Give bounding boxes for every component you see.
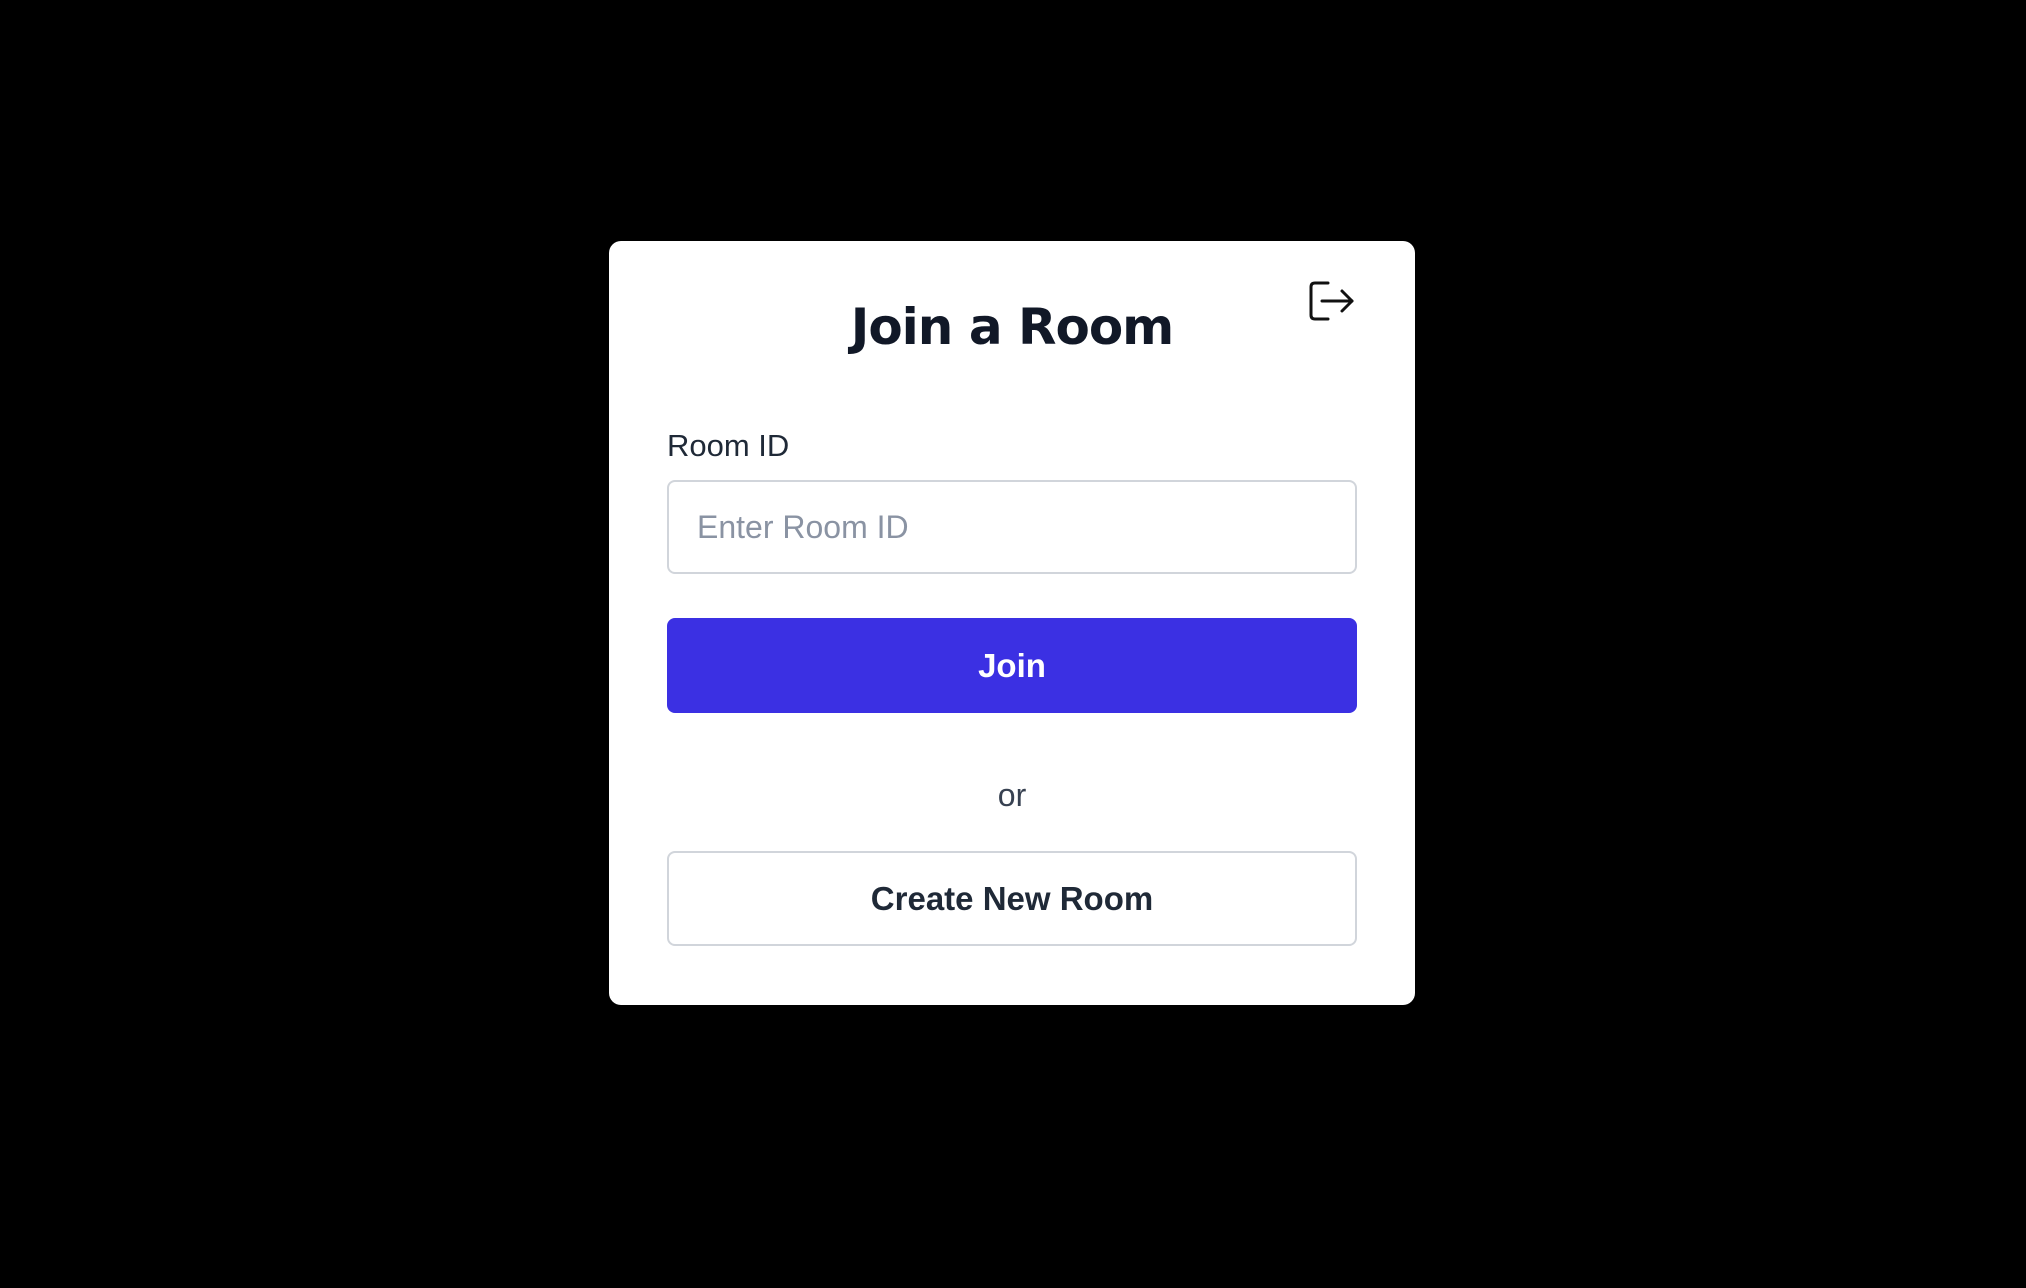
page-title: Join a Room [850,298,1175,356]
join-room-card: Join a Room Room ID Join or Create New R… [609,241,1415,1005]
logout-button[interactable] [1306,275,1358,327]
room-id-input[interactable] [667,480,1357,574]
room-id-label: Room ID [667,428,790,463]
logout-icon [1308,280,1356,322]
create-room-button[interactable]: Create New Room [667,851,1357,946]
or-divider: or [997,777,1027,813]
join-button[interactable]: Join [667,618,1357,713]
